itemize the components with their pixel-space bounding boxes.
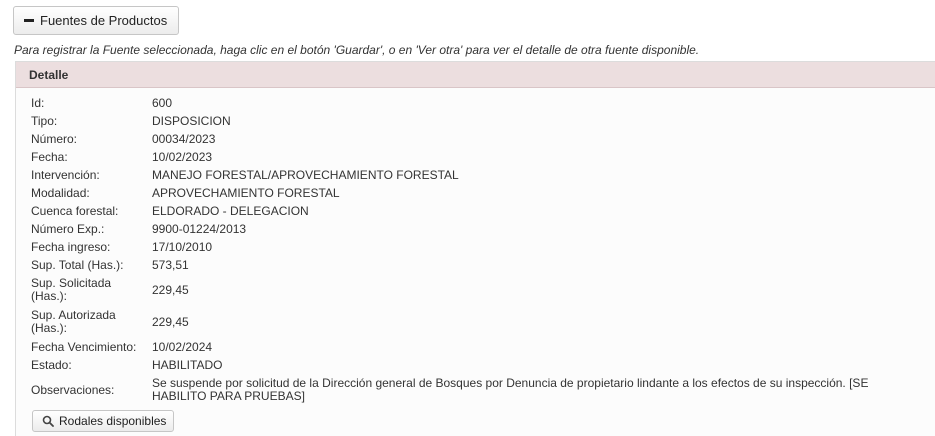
top-bar: Fuentes de Productos xyxy=(0,0,935,40)
field-value: 10/02/2024 xyxy=(152,340,213,354)
field-label: Fecha ingreso: xyxy=(31,240,111,254)
search-icon xyxy=(42,415,54,427)
detail-header: Detalle xyxy=(16,62,935,88)
field-value: MANEJO FORESTAL/APROVECHAMIENTO FORESTAL xyxy=(152,168,459,182)
field-label: Sup. Solicitada (Has.): xyxy=(31,276,112,303)
field-label: Tipo: xyxy=(31,114,58,128)
field-label: Modalidad: xyxy=(31,186,90,200)
field-value: 229,45 xyxy=(152,283,189,297)
field-label: Intervención: xyxy=(31,168,100,182)
rodales-button-label: Rodales disponibles xyxy=(59,414,167,428)
fuentes-de-productos-toggle-button[interactable]: Fuentes de Productos xyxy=(13,6,179,35)
field-label: Fecha Vencimiento: xyxy=(31,340,137,354)
field-label: Número Exp.: xyxy=(31,222,105,236)
detail-panel: Detalle Id: 600 Tipo: DISPOSICION Número… xyxy=(15,61,935,436)
minus-icon xyxy=(24,19,34,22)
field-label: Id: xyxy=(31,96,45,110)
field-label: Sup. Autorizada (Has.): xyxy=(31,308,116,335)
field-value: 00034/2023 xyxy=(152,132,216,146)
field-value: 17/10/2010 xyxy=(152,240,213,254)
field-value: ELDORADO - DELEGACION xyxy=(152,204,309,218)
field-value: 229,45 xyxy=(152,315,189,329)
field-value: 9900-01224/2013 xyxy=(152,222,247,236)
field-label: Estado: xyxy=(31,358,72,372)
field-value: HABILITADO xyxy=(152,358,223,372)
field-label: Cuenca forestal: xyxy=(31,204,119,218)
field-label: Número: xyxy=(31,132,78,146)
rodales-disponibles-button[interactable]: Rodales disponibles xyxy=(32,410,174,432)
field-value: 600 xyxy=(152,96,173,110)
field-label: Observaciones: xyxy=(31,383,115,397)
field-label: Sup. Total (Has.): xyxy=(31,258,124,272)
field-value: 10/02/2023 xyxy=(152,150,213,164)
field-label: Fecha: xyxy=(31,150,68,164)
field-value: Se suspende por solicitud de la Direcció… xyxy=(152,376,869,403)
toggle-label: Fuentes de Productos xyxy=(40,13,168,28)
instructions-text: Para registrar la Fuente seleccionada, h… xyxy=(14,43,700,57)
field-value: DISPOSICION xyxy=(152,114,231,128)
content-panel: Para registrar la Fuente seleccionada, h… xyxy=(0,40,935,436)
detail-body: Id: 600 Tipo: DISPOSICION Número: 00034/… xyxy=(16,88,935,436)
field-value: APROVECHAMIENTO FORESTAL xyxy=(152,186,340,200)
field-value: 573,51 xyxy=(152,258,189,272)
